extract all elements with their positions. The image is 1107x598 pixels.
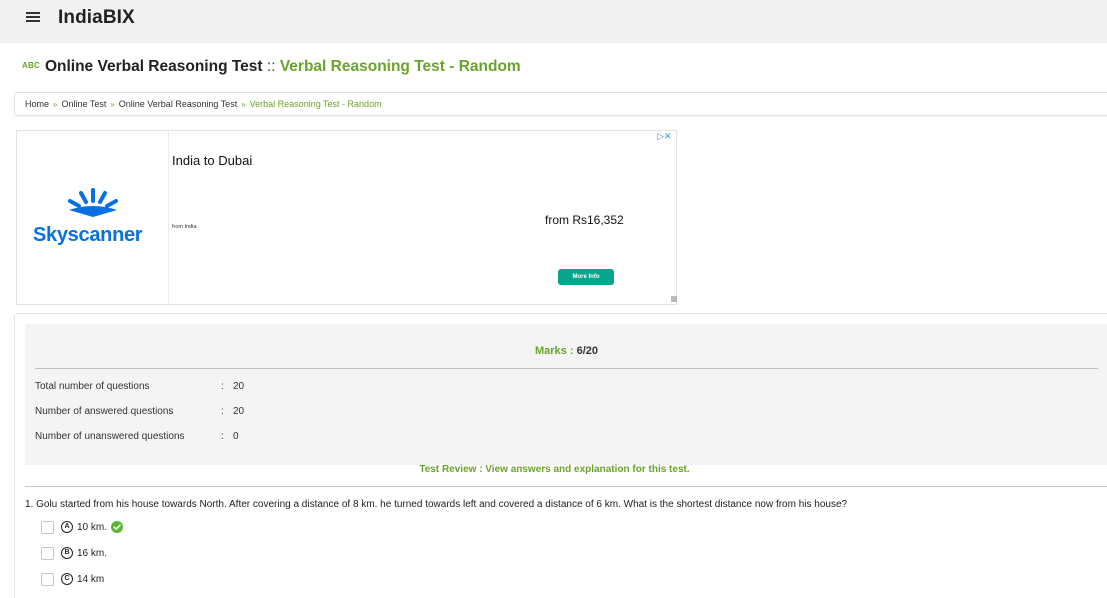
page-title: ABC Online Verbal Reasoning Test :: Verba… — [22, 58, 521, 76]
ad-choices-icon[interactable]: ▷✕ — [657, 131, 671, 142]
option-letter-icon: C — [61, 573, 73, 585]
stat-value: 20 — [233, 406, 245, 417]
site-logo[interactable]: IndiaBIX — [58, 7, 135, 29]
ad-brand-panel: Skyscanner — [17, 131, 169, 304]
stat-label: Total number of questions — [35, 381, 150, 392]
stat-label: Number of answered questions — [35, 406, 174, 417]
stat-value: 0 — [233, 431, 239, 442]
breadcrumb-separator: » — [110, 100, 115, 109]
option-checkbox[interactable] — [41, 573, 54, 586]
breadcrumb-verbal-reasoning[interactable]: Online Verbal Reasoning Test — [119, 99, 237, 109]
option-letter-icon: A — [61, 521, 73, 533]
breadcrumb: Home» Online Test» Online Verbal Reasoning… — [25, 99, 382, 109]
title-separator: :: — [266, 58, 276, 75]
advertisement-banner[interactable]: Skyscanner India to Dubai from India fro… — [16, 130, 677, 305]
skyscanner-logo-text: Skyscanner — [33, 224, 143, 246]
marks-label: Marks : — [534, 345, 574, 357]
option-text: 10 km. — [77, 522, 108, 533]
stat-colon: : — [221, 431, 224, 442]
divider — [25, 486, 1107, 487]
breadcrumb-home[interactable]: Home — [25, 99, 49, 109]
breadcrumb-bar: Home» Online Test» Online Verbal Reasoning… — [14, 92, 1107, 116]
breadcrumb-current: Verbal Reasoning Test - Random — [249, 99, 382, 109]
test-result-card: Marks : 6/20 Total number of questions:2… — [14, 313, 1107, 598]
question-number: 1. — [25, 499, 34, 510]
question-body: Golu started from his house towards Nort… — [36, 499, 848, 510]
stat-total-questions: Total number of questions:20 — [35, 381, 244, 392]
ad-title: India to Dubai — [172, 153, 253, 168]
stat-colon: : — [221, 406, 224, 417]
option-letter-icon: B — [61, 547, 73, 559]
abc-icon: ABC — [22, 61, 40, 70]
top-navbar: IndiaBIX — [0, 0, 1107, 43]
option-checkbox[interactable] — [41, 521, 54, 534]
stat-answered-questions: Number of answered questions:20 — [35, 406, 244, 417]
marks-value: 6/20 — [576, 345, 598, 357]
option-text: 16 km. — [77, 548, 108, 559]
correct-check-icon — [111, 521, 123, 533]
page-title-sub: Verbal Reasoning Test - Random — [279, 58, 521, 75]
ad-more-info-button[interactable]: More Info — [558, 269, 614, 285]
test-review-link[interactable]: Test Review : View answers and explanati… — [1, 464, 1107, 475]
marks-score: Marks : 6/20 — [25, 345, 1107, 357]
ad-corner-icon — [671, 296, 677, 302]
divider — [35, 368, 1098, 369]
stat-label: Number of unanswered questions — [35, 431, 185, 442]
stat-unanswered-questions: Number of unanswered questions:0 — [35, 431, 239, 442]
ad-price: from Rs16,352 — [545, 213, 624, 227]
breadcrumb-separator: » — [241, 100, 246, 109]
ad-origin: from India — [172, 224, 197, 230]
stat-colon: : — [221, 381, 224, 392]
hamburger-menu-icon[interactable] — [26, 12, 40, 22]
page-title-main: Online Verbal Reasoning Test — [44, 58, 263, 75]
option-checkbox[interactable] — [41, 547, 54, 560]
breadcrumb-online-test[interactable]: Online Test — [61, 99, 106, 109]
result-summary: Marks : 6/20 Total number of questions:2… — [25, 324, 1107, 465]
question-text: 1. Golu started from his house towards N… — [25, 499, 847, 510]
option-text: 14 km — [77, 574, 105, 585]
stat-value: 20 — [233, 381, 245, 392]
breadcrumb-separator: » — [53, 100, 58, 109]
skyscanner-sunrise-icon — [68, 188, 118, 217]
